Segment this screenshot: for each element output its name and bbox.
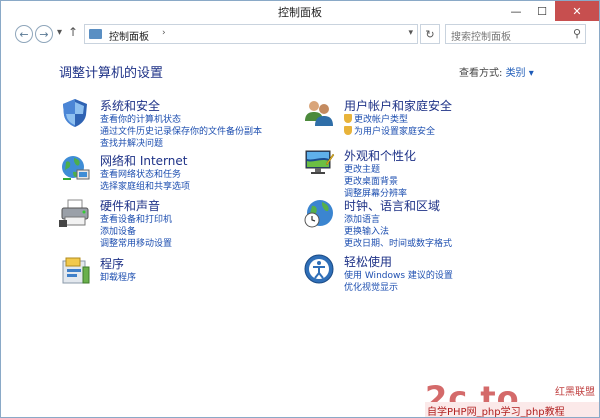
watermark-brand: 红黑联盟 xyxy=(555,387,595,398)
network-icon[interactable] xyxy=(59,152,91,184)
recent-locations-dropdown[interactable]: ▾ xyxy=(57,27,62,38)
shield-icon[interactable] xyxy=(59,97,91,129)
link-homegroup-sharing[interactable]: 选择家庭组和共享选项 xyxy=(100,179,190,192)
ease-of-access-icon[interactable] xyxy=(303,253,335,285)
uac-shield-icon xyxy=(344,126,352,135)
clock-globe-icon[interactable] xyxy=(303,197,335,229)
watermark-text: 自学PHP网_php学习_php教程 xyxy=(427,407,565,418)
search-input[interactable]: 搜索控制面板 ⚲ xyxy=(445,24,586,44)
up-button[interactable]: ↑ xyxy=(68,25,78,39)
window-controls: — ☐ ✕ xyxy=(503,1,599,21)
back-button[interactable]: ← xyxy=(15,25,33,43)
monitor-icon[interactable] xyxy=(303,147,335,179)
maximize-button[interactable]: ☐ xyxy=(529,1,555,21)
page-title: 调整计算机的设置 xyxy=(59,66,164,81)
watermark: 2c to 红黑联盟 自学PHP网_php学习_php教程 xyxy=(425,379,599,417)
title-bar[interactable]: 控制面板 — ☐ ✕ xyxy=(1,1,599,22)
minimize-button[interactable]: — xyxy=(503,1,529,21)
uac-shield-icon xyxy=(344,114,352,123)
search-icon[interactable]: ⚲ xyxy=(573,27,581,40)
address-dropdown-icon[interactable]: ▾ xyxy=(408,28,413,38)
link-date-time-format[interactable]: 更改日期、时间或数字格式 xyxy=(344,236,452,249)
users-icon[interactable] xyxy=(303,97,335,129)
control-panel-window: 控制面板 — ☐ ✕ ← → ▾ ↑ 控制面板 › ▾ ↻ 搜索控制面板 ⚲ 调… xyxy=(0,0,600,418)
breadcrumb-chevron-icon[interactable]: › xyxy=(162,28,166,38)
view-by: 查看方式: 类别 ▾ xyxy=(459,64,534,79)
view-by-label: 查看方式: xyxy=(459,68,503,79)
address-toolbar: ← → ▾ ↑ 控制面板 › ▾ ↻ 搜索控制面板 ⚲ xyxy=(1,22,599,48)
address-field[interactable]: 控制面板 › ▾ xyxy=(84,24,418,44)
link-mobility-settings[interactable]: 调整常用移动设置 xyxy=(100,236,172,249)
forward-button[interactable]: → xyxy=(35,25,53,43)
link-troubleshoot[interactable]: 查找并解决问题 xyxy=(100,136,163,149)
link-optimize-visual-display[interactable]: 优化视觉显示 xyxy=(344,280,398,293)
close-button[interactable]: ✕ xyxy=(555,1,599,21)
view-by-dropdown[interactable]: 类别 ▾ xyxy=(506,68,534,79)
link-family-safety[interactable]: 为用户设置家庭安全 xyxy=(344,124,435,137)
watermark-bar: 自学PHP网_php学习_php教程 xyxy=(425,402,599,417)
refresh-button[interactable]: ↻ xyxy=(420,24,440,44)
printer-icon[interactable] xyxy=(59,197,91,229)
programs-icon[interactable] xyxy=(59,255,91,287)
breadcrumb-control-panel[interactable]: 控制面板 xyxy=(109,28,149,43)
control-panel-icon xyxy=(89,29,102,39)
link-uninstall-program[interactable]: 卸载程序 xyxy=(100,270,136,283)
main-content: 调整计算机的设置 查看方式: 类别 ▾ 系统和安全 查看你的计算机状态 通过文件… xyxy=(1,49,599,417)
search-placeholder: 搜索控制面板 xyxy=(451,32,511,43)
